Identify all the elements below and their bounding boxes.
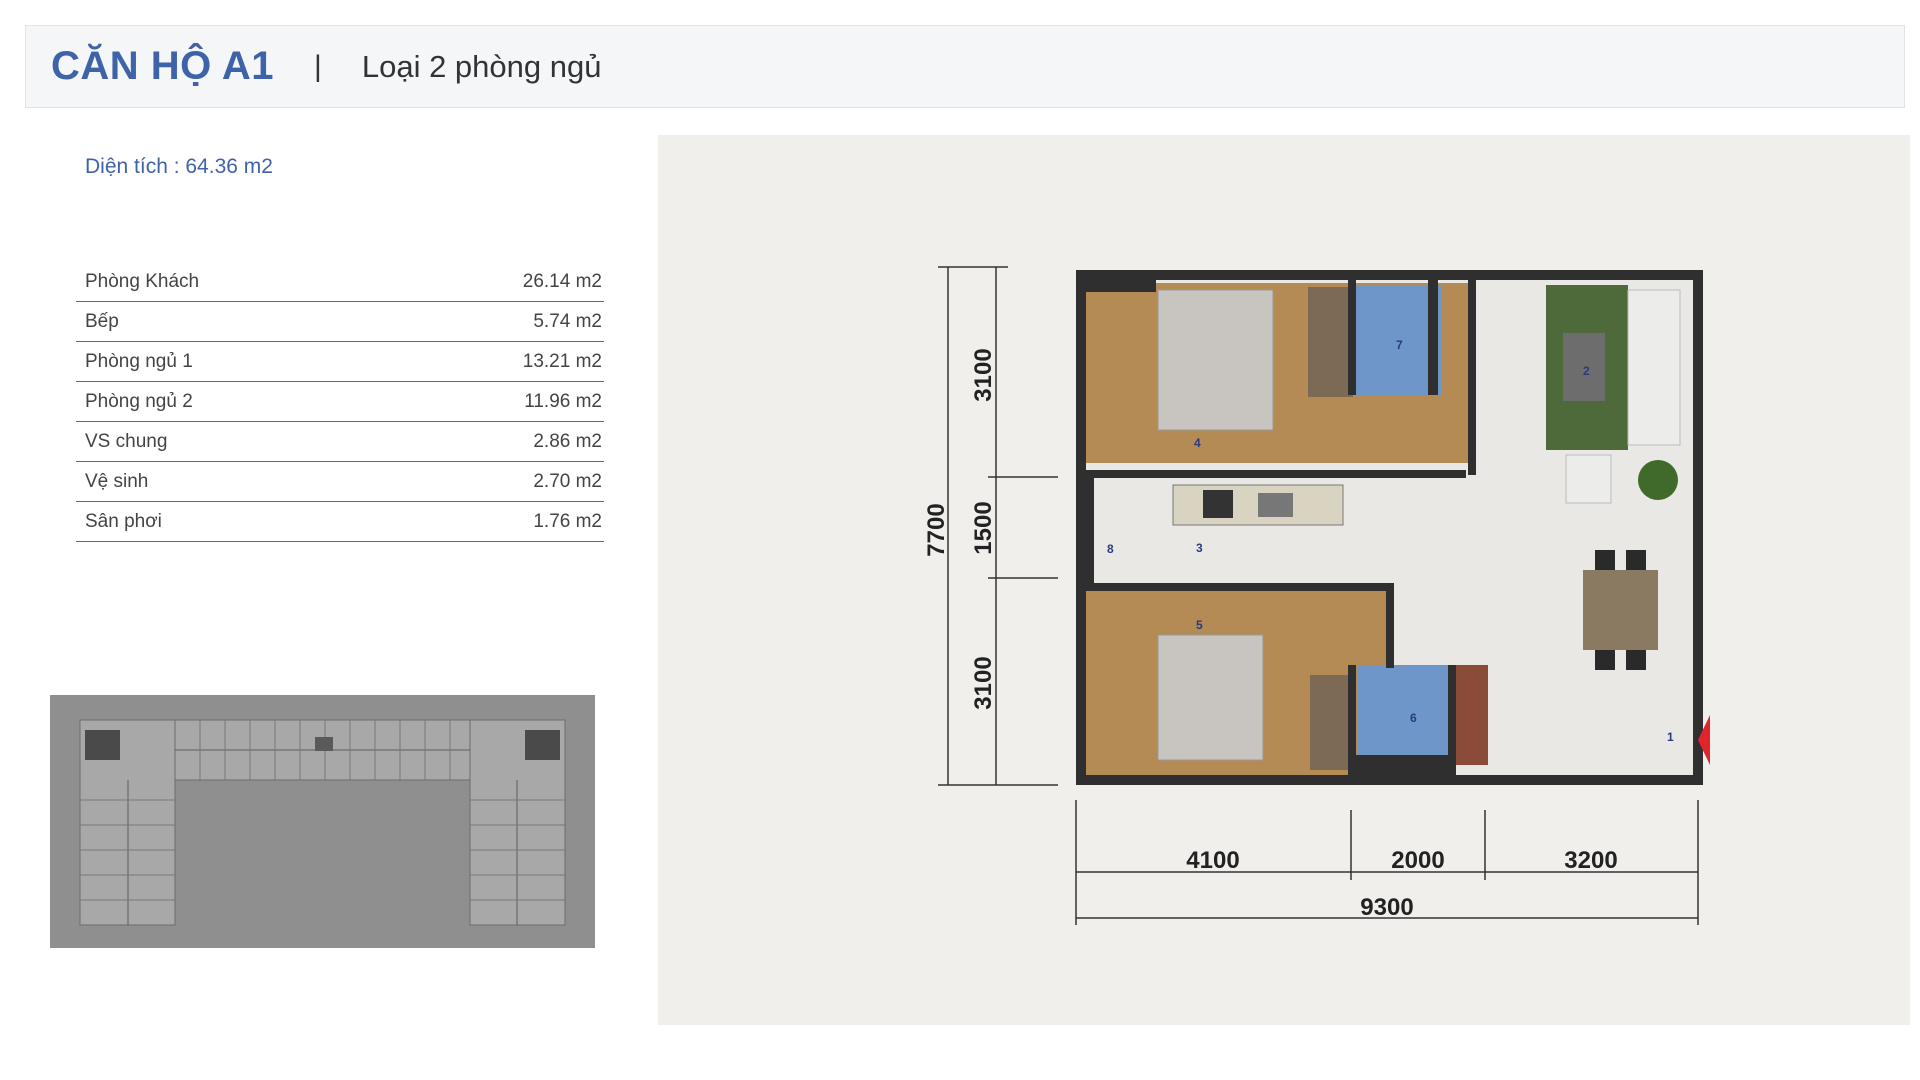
room-number: 5 [1196, 618, 1203, 632]
table-row: Vệ sinh 2.70 m2 [76, 462, 604, 502]
apartment-type: Loại 2 phòng ngủ [361, 48, 602, 84]
apartment-title: CĂN HỘ A1 [51, 44, 275, 88]
bathroom-bottom [1358, 665, 1448, 770]
room-area: 11.96 m2 [524, 390, 602, 412]
key-plan-image [50, 695, 595, 948]
table-row: Sân phơi 1.76 m2 [76, 502, 604, 542]
room-name: Phòng Khách [85, 270, 200, 292]
floor-plan[interactable]: 7700 3100 1500 3100 4100 2000 3200 9300 [658, 135, 1910, 1025]
room-number: 6 [1410, 711, 1417, 725]
dim-segment-top: 3100 [970, 348, 997, 401]
floor-plan-drawing: 7700 3100 1500 3100 4100 2000 3200 9300 [923, 266, 1710, 925]
room-number: 3 [1196, 541, 1203, 555]
room-name: VS chung [85, 430, 168, 452]
room-area: 13.21 m2 [522, 350, 602, 372]
dim-total-height: 7700 [923, 503, 950, 556]
table-row: Phòng ngủ 2 11.96 m2 [76, 382, 604, 422]
page-header: CĂN HỘ A1 | Loại 2 phòng ngủ [25, 25, 1905, 108]
dim-width-mid: 2000 [1391, 847, 1444, 874]
dim-total-width: 9300 [1360, 894, 1413, 921]
total-area: Diện tích : 64.36 m2 [85, 155, 273, 178]
table-row: VS chung 2.86 m2 [76, 422, 604, 462]
dim-segment-mid: 1500 [970, 501, 997, 554]
room-name: Bếp [85, 310, 119, 332]
room-area: 26.14 m2 [522, 270, 602, 292]
title-separator: | [314, 49, 322, 83]
table-row: Phòng Khách 26.14 m2 [76, 262, 604, 302]
room-number: 2 [1583, 364, 1590, 378]
room-number: 4 [1194, 436, 1201, 450]
room-area: 2.70 m2 [533, 470, 602, 492]
table-row: Phòng ngủ 1 13.21 m2 [76, 342, 604, 382]
room-number: 7 [1396, 338, 1403, 352]
room-name: Phòng ngủ 2 [85, 390, 193, 412]
room-area-table: Phòng Khách 26.14 m2 Bếp 5.74 m2 Phòng n… [76, 262, 604, 542]
room-number: 1 [1667, 730, 1674, 744]
dim-width-right: 3200 [1564, 847, 1617, 874]
room-name: Vệ sinh [85, 470, 149, 492]
room-number: 8 [1107, 542, 1114, 556]
room-area: 1.76 m2 [533, 510, 602, 532]
room-area: 5.74 m2 [533, 310, 602, 332]
dim-width-left: 4100 [1186, 847, 1239, 874]
room-name: Sân phơi [85, 510, 162, 532]
room-area: 2.86 m2 [533, 430, 602, 452]
table-row: Bếp 5.74 m2 [76, 302, 604, 342]
room-name: Phòng ngủ 1 [85, 350, 193, 372]
dim-segment-bottom: 3100 [970, 656, 997, 709]
building-key-plan[interactable] [50, 695, 595, 948]
